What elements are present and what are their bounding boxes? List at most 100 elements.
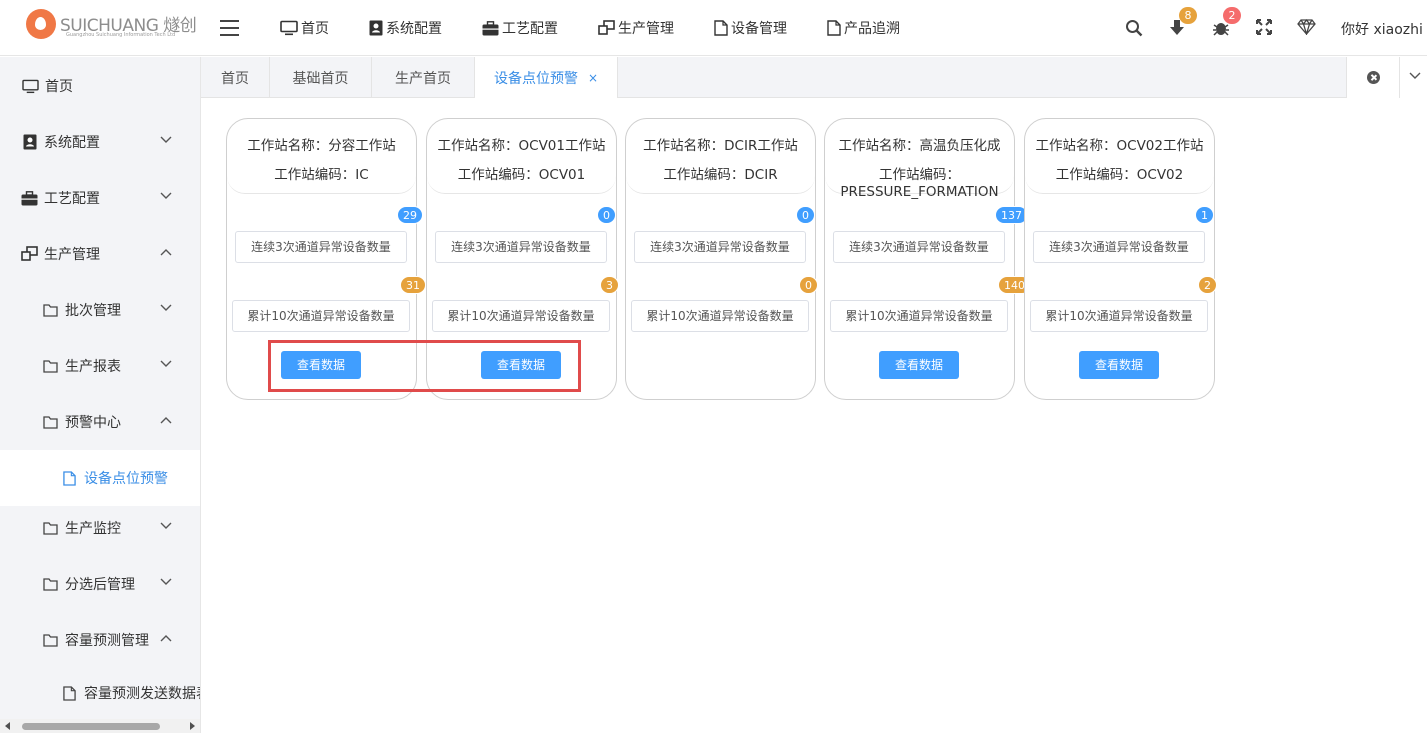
sidebar-item-label: 系统配置	[44, 135, 100, 151]
chevron-down-icon	[160, 360, 172, 367]
top-header: SUICHUANG 燧创 Guangzhou Suichuang Informa…	[0, 0, 1427, 56]
fullscreen-icon[interactable]	[1256, 19, 1274, 37]
card-header: 工作站名称：OCV01工作站 工作站编码：OCV01	[427, 119, 616, 194]
consecutive-abnormal-button[interactable]: 连续3次通道异常设备数量	[435, 231, 607, 263]
station-card: 工作站名称：DCIR工作站 工作站编码：DCIR 0 连续3次通道异常设备数量 …	[625, 118, 818, 400]
topnav-equipment-label: 设备管理	[731, 21, 787, 37]
close-icon[interactable]: ×	[588, 71, 598, 85]
cumulative-abnormal-button[interactable]: 累计10次通道异常设备数量	[232, 300, 410, 332]
cumulative-abnormal-button[interactable]: 累计10次通道异常设备数量	[432, 300, 610, 332]
station-card: 工作站名称：OCV02工作站 工作站编码：OCV02 1 连续3次通道异常设备数…	[1024, 118, 1217, 400]
consecutive-count-badge: 29	[397, 206, 423, 224]
cumulative-count-badge: 0	[799, 276, 818, 294]
sidebar-item-label: 工艺配置	[44, 191, 100, 207]
station-code: 工作站编码：DCIR	[663, 167, 778, 183]
topnav-home-label: 首页	[301, 21, 329, 37]
tab-label: 生产首页	[395, 70, 451, 87]
cumulative-count-badge: 2	[1198, 276, 1217, 294]
tab-home[interactable]: 首页	[201, 57, 270, 98]
chevron-down-icon	[160, 578, 172, 585]
sidebar-scrollbar[interactable]	[0, 719, 200, 733]
briefcase-icon	[482, 20, 499, 35]
file-icon	[714, 20, 728, 36]
sidebar-item-alert-center[interactable]: 预警中心	[0, 394, 200, 450]
topnav-trace[interactable]: 产品追溯	[827, 0, 900, 56]
cumulative-abnormal-button[interactable]: 累计10次通道异常设备数量	[631, 300, 809, 332]
sidebar-item-process-config[interactable]: 工艺配置	[0, 170, 200, 226]
file-icon	[827, 20, 841, 36]
sidebar-item-label: 分选后管理	[65, 577, 135, 593]
topnav-production[interactable]: 生产管理	[598, 0, 674, 56]
person-card-icon	[369, 20, 383, 36]
station-code: 工作站编码：OCV02	[1055, 167, 1184, 183]
chevron-down-icon[interactable]	[1409, 72, 1421, 80]
bug-badge: 2	[1223, 7, 1241, 24]
hamburger-icon[interactable]	[220, 20, 239, 36]
consecutive-count-badge: 1	[1195, 206, 1214, 224]
person-card-icon	[23, 134, 37, 150]
sidebar-item-capacity[interactable]: 容量预测管理	[0, 612, 200, 668]
station-code: 工作站编码：IC	[274, 167, 369, 183]
scroll-right-icon[interactable]	[190, 722, 195, 730]
station-name: 工作站名称：DCIR工作站	[643, 138, 798, 154]
cumulative-abnormal-button[interactable]: 累计10次通道异常设备数量	[830, 300, 1008, 332]
sidebar-item-label: 生产报表	[65, 359, 121, 375]
diamond-icon[interactable]	[1297, 18, 1316, 37]
download-icon[interactable]: 8	[1168, 7, 1197, 37]
view-data-button[interactable]: 查看数据	[879, 351, 959, 379]
sidebar-item-label: 容量预测管理	[65, 633, 149, 649]
search-icon[interactable]	[1125, 19, 1143, 37]
brand-logo[interactable]: SUICHUANG 燧创 Guangzhou Suichuang Informa…	[26, 9, 197, 45]
station-name: 工作站名称：分容工作站	[247, 138, 396, 154]
sidebar-item-label: 首页	[45, 79, 73, 95]
top-nav: 首页 系统配置 工艺配置 生产管理 设备管理 产品追溯	[280, 0, 940, 56]
topnav-home[interactable]: 首页	[280, 0, 329, 56]
close-all-tabs-icon[interactable]	[1367, 71, 1380, 84]
sidebar-item-home[interactable]: 首页	[0, 58, 200, 114]
scrollbar-thumb[interactable]	[22, 723, 160, 730]
chevron-down-icon	[160, 192, 172, 199]
monitor-icon	[280, 20, 298, 36]
sidebar-item-production[interactable]: 生产管理	[0, 226, 200, 282]
tab-production-home[interactable]: 生产首页	[372, 57, 475, 98]
sidebar-item-sorting[interactable]: 分选后管理	[0, 556, 200, 612]
chevron-down-icon	[160, 136, 172, 143]
station-card: 工作站名称：高温负压化成 工作站编码： PRESSURE_FORMATION 1…	[824, 118, 1031, 400]
tab-base-home[interactable]: 基础首页	[270, 57, 372, 98]
sidebar-item-label: 预警中心	[65, 415, 121, 431]
topnav-system-config[interactable]: 系统配置	[369, 0, 442, 56]
sidebar-item-batch[interactable]: 批次管理	[0, 282, 200, 338]
cumulative-abnormal-button[interactable]: 累计10次通道异常设备数量	[1030, 300, 1208, 332]
tab-label: 首页	[221, 70, 249, 87]
topnav-production-label: 生产管理	[618, 21, 674, 37]
consecutive-abnormal-button[interactable]: 连续3次通道异常设备数量	[833, 231, 1005, 263]
logo-icon	[26, 9, 56, 39]
sidebar-item-monitor[interactable]: 生产监控	[0, 500, 200, 556]
sidebar-item-label: 设备点位预警	[84, 471, 168, 487]
tab-bar: 首页 基础首页 生产首页 设备点位预警 ×	[201, 57, 1427, 99]
consecutive-abnormal-button[interactable]: 连续3次通道异常设备数量	[1033, 231, 1205, 263]
user-greeting[interactable]: 你好 xiaozhi	[1341, 19, 1423, 39]
sidebar-item-label: 生产监控	[65, 521, 121, 537]
brand-subtitle: Guangzhou Suichuang Information Tech Ltd	[66, 32, 176, 38]
topnav-equipment[interactable]: 设备管理	[714, 0, 787, 56]
consecutive-count-badge: 0	[597, 206, 616, 224]
sidebar-item-system-config[interactable]: 系统配置	[0, 114, 200, 170]
view-data-button[interactable]: 查看数据	[1079, 351, 1159, 379]
sidebar-item-label: 批次管理	[65, 303, 121, 319]
bug-icon[interactable]: 2	[1212, 7, 1241, 37]
sidebar-item-report[interactable]: 生产报表	[0, 338, 200, 394]
topnav-process-config-label: 工艺配置	[502, 21, 558, 37]
tab-device-alert[interactable]: 设备点位预警 ×	[474, 57, 618, 99]
tab-controls	[1346, 57, 1427, 98]
station-name: 工作站名称：OCV01工作站	[437, 138, 606, 154]
consecutive-abnormal-button[interactable]: 连续3次通道异常设备数量	[235, 231, 407, 263]
windows-icon	[21, 246, 38, 261]
scroll-left-icon[interactable]	[5, 722, 10, 730]
topnav-process-config[interactable]: 工艺配置	[482, 0, 558, 56]
sidebar-item-device-alert[interactable]: 设备点位预警	[0, 450, 200, 506]
consecutive-abnormal-button[interactable]: 连续3次通道异常设备数量	[634, 231, 806, 263]
folder-icon	[43, 415, 58, 429]
folder-icon	[43, 577, 58, 591]
sidebar-item-capacity-send[interactable]: 容量预测发送数据表	[0, 665, 200, 721]
